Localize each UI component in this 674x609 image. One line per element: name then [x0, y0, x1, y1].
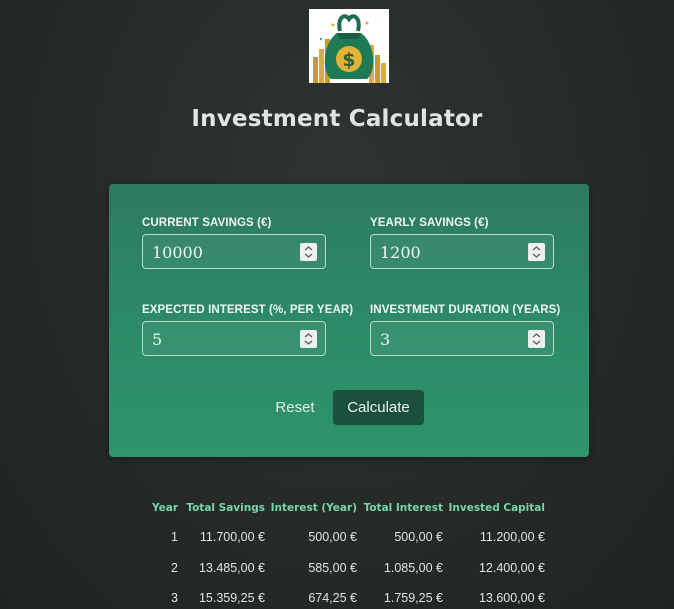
logo-image: $ — [309, 9, 389, 83]
investment-duration-stepper[interactable] — [528, 330, 545, 348]
page-title: Investment Calculator — [191, 106, 483, 132]
header-interest-year: Interest (Year) — [270, 502, 357, 514]
chevron-down-icon — [532, 340, 541, 345]
table-cell: 12.400,00 € — [478, 561, 545, 575]
expected-interest-label: EXPECTED INTEREST (%, PER YEAR) — [142, 304, 354, 316]
table-cell: 13.600,00 € — [478, 591, 545, 605]
current-savings-stepper[interactable] — [300, 243, 317, 261]
chevron-up-icon — [532, 246, 541, 251]
chevron-up-icon — [304, 333, 313, 338]
header-year: Year — [151, 502, 178, 514]
table-cell: 1 — [171, 530, 178, 544]
table-cell: 500,00 € — [394, 530, 443, 544]
table-cell: 11.700,00 € — [199, 530, 265, 544]
yearly-savings-value: 1200 — [380, 243, 421, 262]
expected-interest-input[interactable]: 5 — [142, 321, 326, 356]
header-total-savings: Total Savings — [186, 502, 265, 514]
expected-interest-group: EXPECTED INTEREST (%, PER YEAR) 5 — [142, 304, 354, 356]
table-cell: 2 — [171, 561, 178, 575]
header-total-interest: Total Interest — [363, 502, 443, 514]
investment-duration-value: 3 — [380, 330, 391, 349]
table-cell: 674,25 € — [308, 591, 357, 605]
calculator-form: CURRENT SAVINGS (€) 10000 YEARLY SAVINGS… — [109, 184, 589, 457]
table-cell: 13.485,00 € — [198, 561, 265, 575]
current-savings-label: CURRENT SAVINGS (€) — [142, 217, 272, 229]
calculate-button[interactable]: Calculate — [333, 390, 424, 425]
current-savings-group: CURRENT SAVINGS (€) 10000 — [142, 217, 328, 269]
table-cell: 1.759,25 € — [383, 591, 443, 605]
chevron-up-icon — [304, 246, 313, 251]
yearly-savings-label: YEARLY SAVINGS (€) — [370, 217, 489, 229]
header-invested-capital: Invested Capital — [448, 502, 545, 514]
table-cell: 11.200,00 € — [479, 530, 545, 544]
current-savings-input[interactable]: 10000 — [142, 234, 326, 269]
expected-interest-stepper[interactable] — [300, 330, 317, 348]
investment-duration-input[interactable]: 3 — [370, 321, 554, 356]
expected-interest-value: 5 — [152, 330, 163, 349]
table-cell: 15.359,25 € — [198, 591, 265, 605]
current-savings-value: 10000 — [152, 243, 203, 262]
money-bag-icon: $ — [309, 9, 389, 83]
investment-duration-group: INVESTMENT DURATION (YEARS) 3 — [370, 304, 561, 356]
yearly-savings-input[interactable]: 1200 — [370, 234, 554, 269]
chevron-down-icon — [304, 253, 313, 258]
chevron-up-icon — [532, 333, 541, 338]
investment-duration-label: INVESTMENT DURATION (YEARS) — [370, 304, 561, 316]
table-cell: 1.085,00 € — [383, 561, 443, 575]
svg-text:$: $ — [342, 49, 355, 71]
yearly-savings-group: YEARLY SAVINGS (€) 1200 — [370, 217, 556, 269]
reset-button[interactable]: Reset — [275, 394, 315, 422]
yearly-savings-stepper[interactable] — [528, 243, 545, 261]
chevron-down-icon — [532, 253, 541, 258]
table-cell: 585,00 € — [308, 561, 357, 575]
table-cell: 500,00 € — [308, 530, 357, 544]
chevron-down-icon — [304, 340, 313, 345]
table-cell: 3 — [171, 591, 178, 605]
